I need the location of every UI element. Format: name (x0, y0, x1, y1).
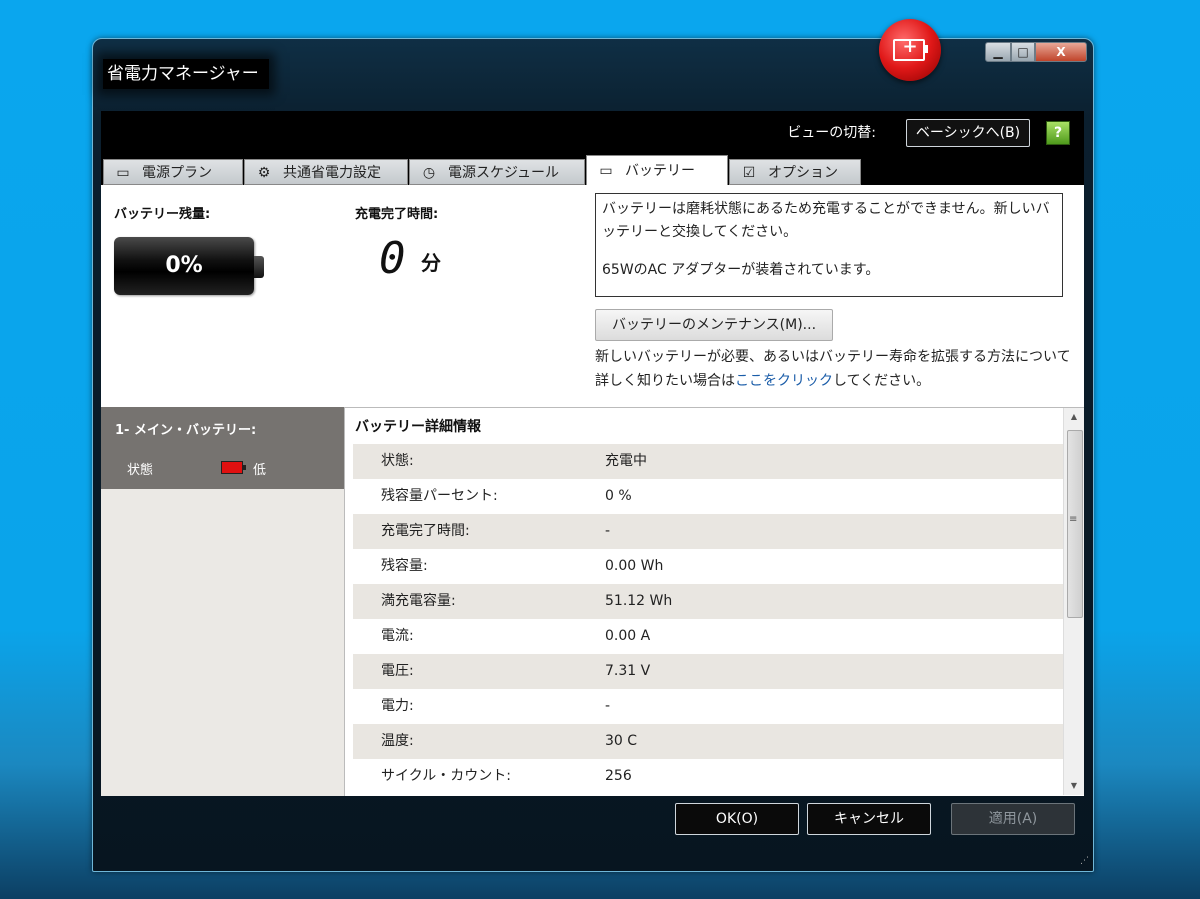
view-toolbar: ビューの切替: ベーシックへ(B) ? (101, 111, 1084, 157)
table-row: サイクル・カウント: 256 (353, 759, 1065, 794)
message-line-1: バッテリーは磨耗状態にあるため充電することができません。新しいバッテリーと交換し… (602, 201, 1050, 240)
row-value: 7.31 V (605, 663, 651, 679)
table-row: 状態: 充電中 (353, 444, 1065, 479)
tab-label: バッテリー (625, 163, 695, 179)
scroll-up-icon[interactable]: ▲ (1064, 408, 1084, 426)
low-battery-icon (221, 461, 246, 474)
row-value: - (605, 523, 611, 539)
battery-list-panel: 1- メイン・バッテリー: 状態 低 (101, 407, 344, 796)
row-value: 256 (605, 768, 632, 784)
remaining-label: バッテリー残量: (114, 207, 211, 222)
checkbox-icon: ☑ (742, 165, 756, 181)
row-key: 残容量: (381, 558, 428, 574)
tab-label: 共通省電力設定 (283, 165, 381, 181)
battery-tip (254, 256, 264, 278)
row-value: 30 C (605, 733, 638, 749)
table-row: 充電完了時間: - (353, 514, 1065, 549)
battery-badge-icon: + (879, 19, 941, 81)
tab-power-plan[interactable]: ▭ 電源プラン (103, 159, 243, 185)
table-row: 温度: 30 C (353, 724, 1065, 759)
row-value: 0 % (605, 488, 632, 504)
minimize-button[interactable]: ▁ (985, 42, 1011, 62)
battery-icon: ▭ (599, 163, 613, 179)
tab-common-settings[interactable]: ⚙ 共通省電力設定 (244, 159, 408, 185)
row-key: 電圧: (381, 663, 414, 679)
row-key: 温度: (381, 733, 414, 749)
tab-label: 電源スケジュール (448, 165, 560, 181)
battery-details-panel: バッテリー詳細情報 状態: 充電中 残容量パーセント: 0 % 充電完了時間: - 残… (344, 407, 1084, 796)
info-text: 新しいバッテリーが必要、あるいはバッテリー寿命を拡張する方法について詳しく知りた… (595, 345, 1073, 393)
basic-view-button[interactable]: ベーシックへ(B) (906, 119, 1030, 147)
row-key: 電力: (381, 698, 414, 714)
row-key: 充電完了時間: (381, 523, 470, 539)
details-scrollbar[interactable]: ▲ ≡ ▼ (1063, 408, 1084, 795)
row-key: 状態: (381, 453, 414, 469)
ok-button[interactable]: OK(O) (675, 803, 799, 835)
row-value: 0.00 Wh (605, 558, 664, 574)
plan-icon: ▭ (116, 165, 130, 181)
resize-grip-icon[interactable]: ⋰ (1077, 855, 1089, 867)
details-title: バッテリー詳細情報 (355, 419, 481, 435)
tab-options[interactable]: ☑ オプション (729, 159, 861, 185)
status-value: 低 (253, 463, 267, 478)
main-battery-title: 1- メイン・バッテリー: (115, 423, 257, 438)
complete-time-label: 充電完了時間: (355, 207, 439, 222)
battery-summary-panel: バッテリー残量: 0% 充電完了時間: 0 分 バッテリーは磨耗状態にあるため充… (101, 185, 1084, 407)
battery-level-icon: 0% (114, 237, 254, 295)
view-switch-label: ビューの切替: (787, 125, 876, 141)
table-row: 電流: 0.00 A (353, 619, 1065, 654)
info-text-after: してください。 (833, 373, 931, 389)
details-table: 状態: 充電中 残容量パーセント: 0 % 充電完了時間: - 残容量: 0.00 Wh… (353, 444, 1065, 794)
row-key: 残容量パーセント: (381, 488, 498, 504)
table-row: 残容量パーセント: 0 % (353, 479, 1065, 514)
window-controls: ▁ □ X (985, 42, 1087, 62)
complete-time-value: 0 (379, 233, 406, 284)
row-key: サイクル・カウント: (381, 768, 512, 784)
close-button[interactable]: X (1035, 42, 1087, 62)
maintenance-button[interactable]: バッテリーのメンテナンス(M)... (595, 309, 833, 341)
scroll-grip-icon: ≡ (1069, 514, 1078, 525)
help-icon[interactable]: ? (1046, 121, 1070, 145)
maximize-button[interactable]: □ (1011, 42, 1035, 62)
click-here-link[interactable]: ここをクリック (735, 373, 833, 389)
row-key: 満充電容量: (381, 593, 456, 609)
row-value: 0.00 A (605, 628, 651, 644)
window-title: 省電力マネージャー (103, 59, 269, 89)
table-row: 電力: - (353, 689, 1065, 724)
power-manager-window: 省電力マネージャー + ▁ □ X ビューの切替: ベーシックへ(B) ? ▭ 電… (92, 19, 1094, 872)
tab-bar: ▭ 電源プラン ⚙ 共通省電力設定 ◷ 電源スケジュール ▭ バッテリー ☑ オプション (101, 155, 1084, 185)
tab-label: オプション (768, 165, 838, 181)
main-battery-item[interactable]: 1- メイン・バッテリー: 状態 低 (101, 407, 344, 489)
schedule-icon: ◷ (422, 165, 436, 181)
remaining-value: 0% (165, 253, 203, 278)
tab-label: 電源プラン (142, 165, 212, 181)
message-line-2: 65WのAC アダプターが装着されています。 (602, 262, 880, 278)
cancel-button[interactable]: キャンセル (807, 803, 931, 835)
table-row: 満充電容量: 51.12 Wh (353, 584, 1065, 619)
table-row: 残容量: 0.00 Wh (353, 549, 1065, 584)
apply-button: 適用(A) (951, 803, 1075, 835)
tab-power-schedule[interactable]: ◷ 電源スケジュール (409, 159, 585, 185)
tab-battery[interactable]: ▭ バッテリー (586, 155, 728, 185)
battery-message-box: バッテリーは磨耗状態にあるため充電することができません。新しいバッテリーと交換し… (595, 193, 1063, 297)
row-value: 充電中 (605, 453, 647, 469)
complete-time-unit: 分 (421, 251, 441, 275)
table-row: 電圧: 7.31 V (353, 654, 1065, 689)
status-label: 状態 (127, 463, 154, 478)
scroll-down-icon[interactable]: ▼ (1064, 777, 1084, 795)
row-value: 51.12 Wh (605, 593, 673, 609)
row-key: 電流: (381, 628, 414, 644)
gear-icon: ⚙ (257, 165, 271, 181)
row-value: - (605, 698, 611, 714)
